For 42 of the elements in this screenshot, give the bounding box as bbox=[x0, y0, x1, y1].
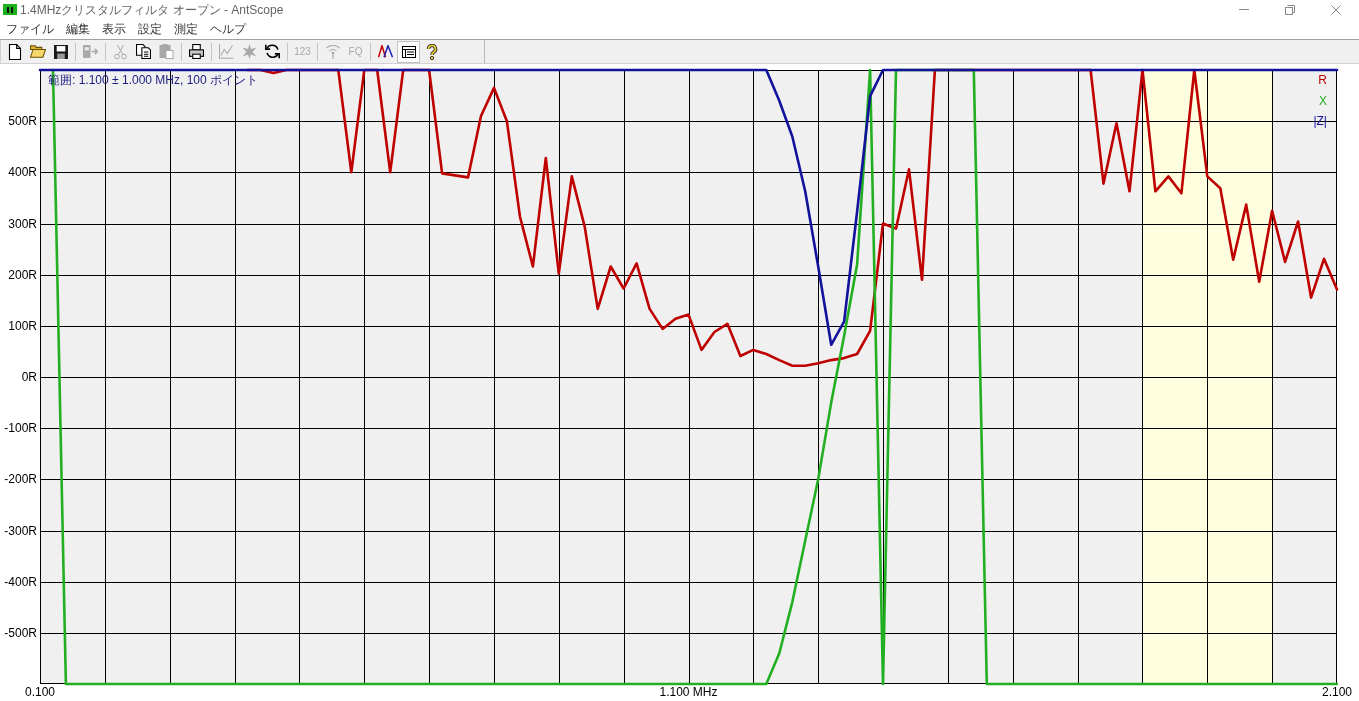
copy-icon bbox=[136, 44, 151, 59]
menu-item[interactable]: 設定 bbox=[132, 19, 168, 39]
y-tick-label: 300R bbox=[8, 216, 37, 231]
x-tick-label: 0.100 bbox=[25, 685, 55, 699]
y-tick-label: -100R bbox=[4, 421, 37, 436]
y-tick-label: -400R bbox=[4, 574, 37, 589]
restore-icon bbox=[1285, 4, 1295, 15]
starburst-icon bbox=[242, 44, 257, 59]
menu-item[interactable]: 測定 bbox=[168, 19, 204, 39]
y-tick-label: 100R bbox=[8, 318, 37, 333]
menu-item[interactable]: 編集 bbox=[60, 19, 96, 39]
y-tick-label: 400R bbox=[8, 165, 37, 180]
x-tick-label: 1.100 MHz bbox=[659, 685, 718, 699]
app-icon bbox=[3, 4, 17, 15]
window-title: 1.4MHzクリスタルフィルタ オープン - AntScope bbox=[20, 3, 284, 16]
circular-arrows-icon bbox=[265, 44, 280, 59]
question-mark-icon bbox=[425, 43, 438, 60]
menu-item[interactable]: 表示 bbox=[96, 19, 132, 39]
box-arrow-icon bbox=[83, 45, 98, 58]
document-icon bbox=[7, 43, 22, 60]
menu-item[interactable]: ヘルプ bbox=[204, 19, 252, 39]
y-tick-label: 0R bbox=[21, 370, 37, 384]
line-chart-icon bbox=[219, 44, 234, 59]
legend-label: X bbox=[1319, 93, 1327, 108]
list-page-icon bbox=[401, 45, 416, 58]
close-icon bbox=[1331, 4, 1341, 15]
legend-label: R bbox=[1318, 73, 1327, 87]
y-tick-label: 500R bbox=[8, 114, 37, 129]
minimize-icon bbox=[1239, 9, 1249, 10]
x-tick-label: 2.100 bbox=[1322, 685, 1352, 699]
y-tick-label: 200R bbox=[8, 267, 37, 282]
y-tick-label: -500R bbox=[4, 625, 37, 640]
scissors-icon bbox=[114, 43, 127, 60]
folder-icon bbox=[29, 45, 46, 58]
y-tick-label: -200R bbox=[4, 472, 37, 487]
y-tick-label: -300R bbox=[4, 523, 37, 538]
antenna-icon bbox=[325, 44, 340, 59]
clipboard-icon bbox=[159, 44, 174, 59]
peaks-icon bbox=[378, 45, 393, 58]
menu-item[interactable]: ファイル bbox=[0, 19, 60, 39]
toolbar-button[interactable] bbox=[397, 40, 420, 63]
printer-icon bbox=[189, 44, 204, 59]
